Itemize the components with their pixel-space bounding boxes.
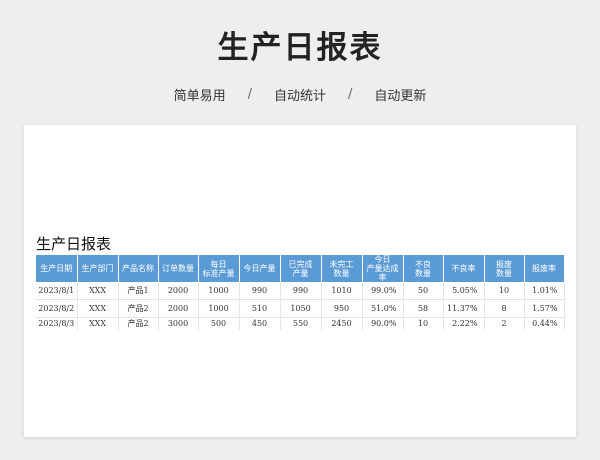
table-cell: 2000: [158, 299, 199, 318]
table-cell: 90.0%: [362, 317, 404, 330]
table-cell: 50: [403, 282, 444, 300]
table-cell: 8: [484, 299, 525, 318]
column-header: 今日产量: [239, 255, 281, 282]
table-cell: 51.0%: [362, 299, 404, 318]
feature-auto-update: 自动更新: [374, 89, 427, 104]
table-cell: 2023/8/3: [36, 317, 78, 330]
table-cell: 产品1: [118, 282, 159, 300]
column-header: 产品名称: [118, 255, 159, 282]
feature-separator: /: [247, 87, 252, 102]
table-cell: 950: [321, 299, 363, 318]
column-header: 报废率: [524, 255, 565, 282]
table-cell: 5.05%: [443, 282, 485, 300]
column-header: 未完工 数量: [321, 255, 363, 282]
column-header: 生产日期: [36, 255, 78, 282]
table-cell: 510: [239, 299, 281, 318]
table-body: 2023/8/1 XXX 产品1 2000 1000 990 990 1010 99.0% 50 5…: [36, 282, 565, 330]
table-cell: XXX: [77, 317, 119, 330]
table-cell: 550: [280, 317, 322, 330]
table-cell: 990: [239, 282, 281, 300]
table-cell: 500: [198, 317, 240, 330]
table-cell: 2000: [158, 282, 199, 300]
table-cell: 0.44%: [524, 317, 565, 330]
table-row: 2023/8/3 XXX 产品2 3000 500 450 550 2450 90.0% 10 2.…: [36, 317, 565, 330]
table-cell: 990: [280, 282, 322, 300]
table-cell: 2.22%: [443, 317, 485, 330]
table-cell: 3000: [158, 317, 199, 330]
table-cell: 1000: [198, 282, 240, 300]
spreadsheet-preview: 生产日报表 生产日期 生产部门 产品名称 订单数量 每日 标准产量 今日产量 已完成 产量 未完工…: [24, 125, 576, 437]
table-cell: 450: [239, 317, 281, 330]
production-report-table: 生产日期 生产部门 产品名称 订单数量 每日 标准产量 今日产量 已完成 产量 未完工 数量 今日 产量…: [36, 255, 565, 330]
table-cell: 2023/8/2: [36, 299, 78, 318]
column-header: 生产部门: [77, 255, 119, 282]
table-cell: 1.01%: [524, 282, 565, 300]
table-cell: 58: [403, 299, 444, 318]
column-header: 已完成 产量: [280, 255, 322, 282]
table-cell: XXX: [77, 282, 119, 300]
table-cell: XXX: [77, 299, 119, 318]
column-header: 订单数量: [158, 255, 199, 282]
table-cell: 11.37%: [443, 299, 485, 318]
table-cell: 1.57%: [524, 299, 565, 318]
table-cell: 1010: [321, 282, 363, 300]
table-header-row: 生产日期 生产部门 产品名称 订单数量 每日 标准产量 今日产量 已完成 产量 未完工 数量 今日 产量…: [36, 255, 565, 282]
column-header: 不良率: [443, 255, 485, 282]
table-cell: 1000: [198, 299, 240, 318]
table-row: 2023/8/1 XXX 产品1 2000 1000 990 990 1010 99.0% 50 5…: [36, 282, 565, 300]
table-cell: 10: [403, 317, 444, 330]
table-cell: 产品2: [118, 299, 159, 318]
column-header: 每日 标准产量: [198, 255, 240, 282]
table-cell: 2023/8/1: [36, 282, 78, 300]
feature-separator: /: [348, 87, 353, 102]
table-cell: 10: [484, 282, 525, 300]
table-cell: 2450: [321, 317, 363, 330]
column-header: 不良 数量: [403, 255, 444, 282]
feature-auto-statistics: 自动统计: [273, 89, 326, 104]
sheet-title: 生产日报表: [36, 235, 112, 253]
table-cell: 99.0%: [362, 282, 404, 300]
table-cell: 2: [484, 317, 525, 330]
feature-list: 简单易用 / 自动统计 / 自动更新: [0, 85, 600, 104]
table-cell: 产品2: [118, 317, 159, 330]
column-header: 报废 数量: [484, 255, 525, 282]
feature-easy-to-use: 简单易用: [173, 89, 226, 104]
table-cell: 1050: [280, 299, 322, 318]
column-header: 今日 产量达成率: [362, 255, 404, 282]
table-row: 2023/8/2 XXX 产品2 2000 1000 510 1050 950 51.0% 58 1…: [36, 299, 565, 318]
page-title: 生产日报表: [217, 30, 383, 66]
